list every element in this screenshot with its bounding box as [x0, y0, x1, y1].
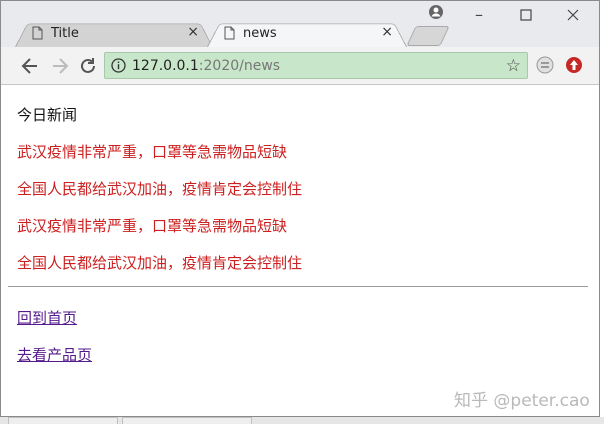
news-item: 全国人民都给武汉加油，疫情肯定会控制住	[17, 180, 303, 198]
browser-window: Title × news × – 127.0.0.1:2020/news ☆ 今…	[0, 0, 600, 417]
tab-close-icon[interactable]: ×	[187, 24, 199, 40]
document-icon	[32, 26, 43, 44]
tab-title-label: Title	[51, 26, 79, 41]
url-host: 127.0.0.1	[132, 58, 199, 74]
divider	[8, 286, 588, 287]
news-item: 全国人民都给武汉加油，疫情肯定会控制住	[17, 254, 303, 272]
back-arrow-icon[interactable]	[19, 55, 41, 77]
tab-strip: Title × news × –	[1, 1, 599, 47]
new-tab-button[interactable]	[406, 26, 450, 46]
watermark: 知乎 @peter.cao	[454, 391, 590, 411]
red-up-arrow-icon[interactable]	[565, 56, 587, 78]
tab-news-label: news	[243, 26, 277, 41]
background-tab	[8, 417, 118, 424]
address-bar[interactable]: 127.0.0.1:2020/news ☆	[104, 52, 528, 79]
url-path: :2020/news	[198, 58, 281, 74]
background-tab	[122, 417, 252, 424]
minimize-button[interactable]: –	[475, 5, 483, 24]
product-page-link[interactable]: 去看产品页	[17, 344, 92, 365]
news-item: 武汉疫情非常严重，口罩等急需物品短缺	[17, 217, 288, 235]
reload-icon[interactable]	[77, 55, 99, 77]
tab-news[interactable]: news ×	[207, 20, 407, 47]
close-window-button[interactable]	[567, 6, 579, 25]
tab-title[interactable]: Title ×	[15, 20, 213, 47]
url-text: 127.0.0.1:2020/news	[132, 58, 280, 74]
extension-icon[interactable]	[536, 56, 558, 78]
star-icon[interactable]: ☆	[506, 56, 521, 76]
page-heading: 今日新闻	[17, 106, 78, 124]
maximize-button[interactable]	[520, 6, 532, 25]
toolbar: 127.0.0.1:2020/news ☆	[1, 47, 599, 85]
document-icon	[224, 26, 235, 44]
news-item: 武汉疫情非常严重，口罩等急需物品短缺	[17, 143, 288, 161]
tab-close-icon[interactable]: ×	[381, 24, 393, 40]
home-link[interactable]: 回到首页	[17, 307, 77, 328]
info-icon[interactable]	[111, 58, 126, 77]
forward-arrow-icon[interactable]	[49, 55, 71, 77]
profile-icon[interactable]	[428, 4, 444, 24]
